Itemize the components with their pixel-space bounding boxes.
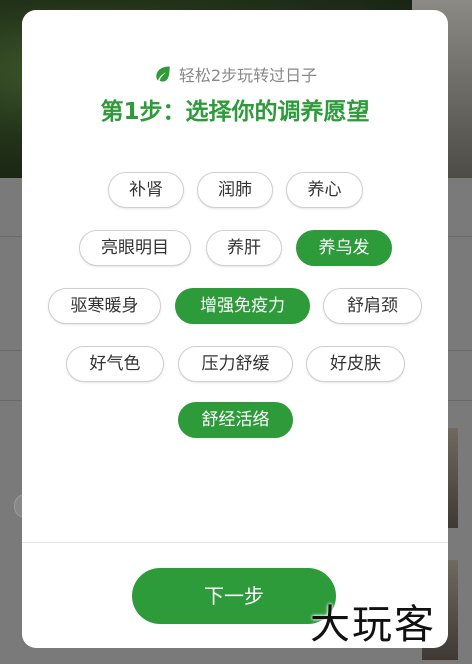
tag-quhan[interactable]: 驱寒暖身 [48,288,161,324]
next-step-button[interactable]: 下一步 [132,568,336,624]
tag-bushen[interactable]: 补肾 [108,172,184,208]
tag-yanggan[interactable]: 养肝 [206,230,282,266]
tag-haopifu[interactable]: 好皮肤 [306,346,405,382]
tag-liangyan[interactable]: 亮眼明目 [79,230,191,266]
tag-haoqise[interactable]: 好气色 [66,346,164,382]
tag-yangxin[interactable]: 养心 [286,172,363,208]
wish-selection-dialog: 轻松2步玩转过日子 第1步：选择你的调养愿望 补肾 润肺 养心 亮眼明目 养肝 … [22,10,448,648]
tag-runfei[interactable]: 润肺 [197,172,273,208]
tag-yangwufa[interactable]: 养乌发 [296,230,392,266]
dialog-divider [22,542,448,543]
tag-group: 补肾 润肺 养心 亮眼明目 养肝 养乌发 驱寒暖身 增强免疫力 舒肩颈 好气色 … [22,10,448,470]
tag-yalishuhuan[interactable]: 压力舒缓 [178,346,293,382]
tag-shujianjing[interactable]: 舒肩颈 [323,288,422,324]
tag-mianyili[interactable]: 增强免疫力 [175,288,310,324]
tag-shujinghuoluo[interactable]: 舒经活络 [178,402,293,438]
watermark: 大玩客 [310,602,436,648]
